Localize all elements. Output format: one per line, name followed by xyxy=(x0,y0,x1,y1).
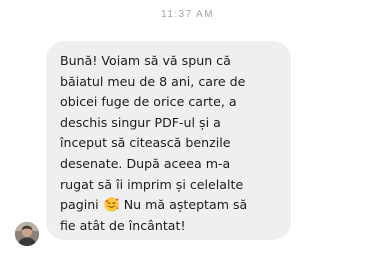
message-line: băiatul meu de 8 ani, care de xyxy=(60,73,246,89)
message-line: obicei fuge de orice carte, a xyxy=(60,94,237,110)
message-line: Bună! Voiam să vă spun că xyxy=(60,53,231,68)
message-timestamp: 11:37 AM xyxy=(161,9,214,20)
message-line-with-emoji: pagini Nu mă așteptam să xyxy=(60,195,279,216)
message-line: început să citească benzile xyxy=(60,135,231,151)
user-avatar-icon xyxy=(15,222,39,246)
message-bubble[interactable]: Bună! Voiam să vă spun că băiatul meu de… xyxy=(46,41,291,240)
sender-avatar[interactable] xyxy=(15,222,39,246)
message-line: rugat să îi imprim și celelalte xyxy=(60,176,244,192)
message-text-segment: pagini xyxy=(60,197,103,213)
message-line: desenate. După aceea m-a xyxy=(60,155,231,171)
message-text-segment: Nu mă așteptam să xyxy=(119,197,248,213)
smiling-face-with-hearts-icon xyxy=(104,197,119,212)
chat-thread: 11:37 AM Bună! Voiam să vă spun că băiat… xyxy=(0,0,375,255)
message-line: deschis singur PDF-ul și a xyxy=(60,114,221,130)
message-line: fie atât de încântat! xyxy=(60,217,186,233)
